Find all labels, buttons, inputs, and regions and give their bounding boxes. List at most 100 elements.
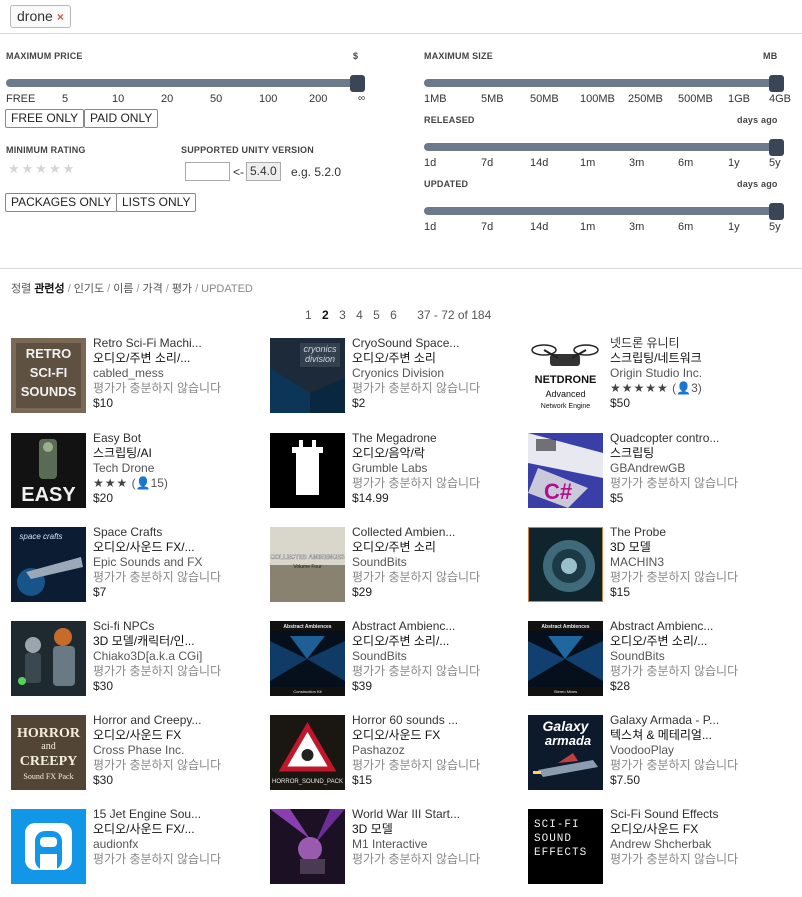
asset-publisher[interactable]: SoundBits	[352, 649, 528, 664]
asset-card[interactable]: 15 Jet Engine Sou... 오디오/사운드 FX/... audi…	[11, 807, 269, 897]
asset-publisher[interactable]: Andrew Shcherbak	[610, 837, 786, 852]
asset-title[interactable]: World War III Start...	[352, 807, 528, 822]
space-crafts-thumbnail[interactable]: space crafts	[11, 527, 86, 602]
sort-option-rating[interactable]: 평가	[172, 283, 192, 295]
asset-title[interactable]: Abstract Ambienc...	[352, 619, 528, 634]
asset-publisher[interactable]: GBAndrewGB	[610, 461, 786, 476]
search-tag[interactable]: drone ×	[10, 5, 71, 28]
asset-title[interactable]: Quadcopter contro...	[610, 431, 786, 446]
asset-card[interactable]: cryonics division CryoSound Space... 오디오…	[270, 336, 528, 426]
remove-tag-icon[interactable]: ×	[57, 10, 64, 24]
asset-card[interactable]: Abstract Ambiences Construction Kit Abst…	[270, 619, 528, 709]
asset-title[interactable]: Abstract Ambienc...	[610, 619, 786, 634]
asset-card[interactable]: HORROR_SOUND_PACK Horror 60 sounds ... 오…	[270, 713, 528, 803]
asset-card[interactable]: space crafts Space Crafts 오디오/사운드 FX/...…	[11, 525, 269, 615]
max-price-slider[interactable]	[6, 79, 364, 87]
asset-publisher[interactable]: Grumble Labs	[352, 461, 528, 476]
asset-category[interactable]: 3D 모델/캐릭터/인...	[93, 634, 269, 649]
updated-slider[interactable]	[424, 207, 783, 215]
asset-publisher[interactable]: Chiako3D[a.k.a CGi]	[93, 649, 269, 664]
horror-creepy-thumbnail[interactable]: HORROR and CREEPY Sound FX Pack	[11, 715, 86, 790]
asset-title[interactable]: Sci-Fi Sound Effects	[610, 807, 786, 822]
lists-only-button[interactable]: LISTS ONLY	[116, 193, 197, 212]
asset-card[interactable]: Galaxy armada Galaxy Armada - P... 텍스쳐 &…	[528, 713, 786, 803]
asset-card[interactable]: Sci-fi NPCs 3D 모델/캐릭터/인... Chiako3D[a.k.…	[11, 619, 269, 709]
asset-title[interactable]: Horror and Creepy...	[93, 713, 269, 728]
asset-card[interactable]: The Probe 3D 모델 MACHIN3 평가가 충분하지 않습니다 $1…	[528, 525, 786, 615]
asset-title[interactable]: CryoSound Space...	[352, 336, 528, 351]
asset-publisher[interactable]: Tech Drone	[93, 461, 269, 476]
asset-publisher[interactable]: Cross Phase Inc.	[93, 743, 269, 758]
asset-category[interactable]: 오디오/주변 소리	[352, 540, 528, 555]
released-slider[interactable]	[424, 143, 783, 151]
max-size-slider[interactable]	[424, 79, 783, 87]
collected-ambiences-thumbnail[interactable]: COLLECTED AMBIENCES Volume Four	[270, 527, 345, 602]
page-link[interactable]: 5	[373, 308, 380, 322]
page-link[interactable]: 6	[390, 308, 397, 322]
horror-sound-pack-thumbnail[interactable]: HORROR_SOUND_PACK	[270, 715, 345, 790]
asset-publisher[interactable]: Epic Sounds and FX	[93, 555, 269, 570]
asset-card[interactable]: SCI-FI SOUND EFFECTS Sci-Fi Sound Effect…	[528, 807, 786, 897]
asset-category[interactable]: 오디오/사운드 FX	[93, 728, 269, 743]
scifi-sound-effects-thumbnail[interactable]: SCI-FI SOUND EFFECTS	[528, 809, 603, 884]
released-slider-handle[interactable]	[769, 139, 784, 156]
free-only-button[interactable]: FREE ONLY	[5, 109, 85, 128]
asset-publisher[interactable]: VoodooPlay	[610, 743, 786, 758]
cryonics-division-thumbnail[interactable]: cryonics division	[270, 338, 345, 413]
asset-category[interactable]: 스크립팅/AI	[93, 446, 269, 461]
asset-category[interactable]: 오디오/사운드 FX/...	[93, 822, 269, 837]
asset-publisher[interactable]: SoundBits	[352, 555, 528, 570]
asset-category[interactable]: 3D 모델	[352, 822, 528, 837]
asset-title[interactable]: Horror 60 sounds ...	[352, 713, 528, 728]
quadcopter-thumbnail[interactable]: C#	[528, 433, 603, 508]
sort-option-price[interactable]: 가격	[143, 283, 163, 295]
asset-card[interactable]: The Megadrone 오디오/음악/락 Grumble Labs 평가가 …	[270, 431, 528, 521]
asset-publisher[interactable]: Pashazoz	[352, 743, 528, 758]
asset-publisher[interactable]: audionfx	[93, 837, 269, 852]
page-link[interactable]: 3	[339, 308, 346, 322]
world-war-3-thumbnail[interactable]	[270, 809, 345, 884]
asset-title[interactable]: The Probe	[610, 525, 786, 540]
easy-bot-thumbnail[interactable]: EASY	[11, 433, 86, 508]
asset-category[interactable]: 3D 모델	[610, 540, 786, 555]
asset-category[interactable]: 오디오/음악/락	[352, 446, 528, 461]
asset-title[interactable]: Collected Ambien...	[352, 525, 528, 540]
asset-card[interactable]: RETRO SCI-FI SOUNDS Retro Sci-Fi Machi..…	[11, 336, 269, 426]
asset-card[interactable]: World War III Start... 3D 모델 M1 Interact…	[270, 807, 528, 897]
asset-card[interactable]: C# Quadcopter contro... 스크립팅 GBAndrewGB …	[528, 431, 786, 521]
asset-title[interactable]: 넷드론 유니티	[610, 336, 786, 351]
audionfx-thumbnail[interactable]	[11, 809, 86, 884]
asset-title[interactable]: 15 Jet Engine Sou...	[93, 807, 269, 822]
abstract-ambiences-thumbnail[interactable]: Abstract Ambiences Stereo Mixes	[528, 621, 603, 696]
asset-category[interactable]: 오디오/주변 소리	[352, 351, 528, 366]
page-link[interactable]: 4	[356, 308, 363, 322]
asset-title[interactable]: Sci-fi NPCs	[93, 619, 269, 634]
retro-scifi-sounds-thumbnail[interactable]: RETRO SCI-FI SOUNDS	[11, 338, 86, 413]
max-size-slider-handle[interactable]	[769, 75, 784, 92]
asset-card[interactable]: EASY Easy Bot 스크립팅/AI Tech Drone ★★★ (👤1…	[11, 431, 269, 521]
asset-card[interactable]: NETDRONE Advanced Network Engine 넷드론 유니티…	[528, 336, 786, 426]
asset-title[interactable]: Space Crafts	[93, 525, 269, 540]
updated-slider-handle[interactable]	[769, 203, 784, 220]
sort-option-name[interactable]: 이름	[113, 283, 133, 295]
asset-card[interactable]: COLLECTED AMBIENCES Volume Four Collecte…	[270, 525, 528, 615]
asset-category[interactable]: 오디오/주변 소리/...	[610, 634, 786, 649]
max-price-slider-handle[interactable]	[350, 75, 365, 92]
galaxy-armada-thumbnail[interactable]: Galaxy armada	[528, 715, 603, 790]
sort-option-updated[interactable]: UPDATED	[201, 283, 253, 295]
asset-publisher[interactable]: Origin Studio Inc.	[610, 366, 786, 381]
asset-title[interactable]: Easy Bot	[93, 431, 269, 446]
page-link-current[interactable]: 2	[322, 308, 329, 322]
asset-category[interactable]: 오디오/사운드 FX/...	[93, 540, 269, 555]
sort-option-relevance[interactable]: 관련성	[34, 283, 64, 295]
megadrone-thumbnail[interactable]	[270, 433, 345, 508]
asset-publisher[interactable]: cabled_mess	[93, 366, 269, 381]
asset-category[interactable]: 스크립팅	[610, 446, 786, 461]
the-probe-thumbnail[interactable]	[528, 527, 603, 602]
asset-category[interactable]: 스크립팅/네트워크	[610, 351, 786, 366]
paid-only-button[interactable]: PAID ONLY	[84, 109, 159, 128]
asset-category[interactable]: 오디오/주변 소리/...	[352, 634, 528, 649]
asset-category[interactable]: 텍스쳐 & 메테리얼...	[610, 728, 786, 743]
scifi-npcs-thumbnail[interactable]	[11, 621, 86, 696]
asset-card[interactable]: Abstract Ambiences Stereo Mixes Abstract…	[528, 619, 786, 709]
